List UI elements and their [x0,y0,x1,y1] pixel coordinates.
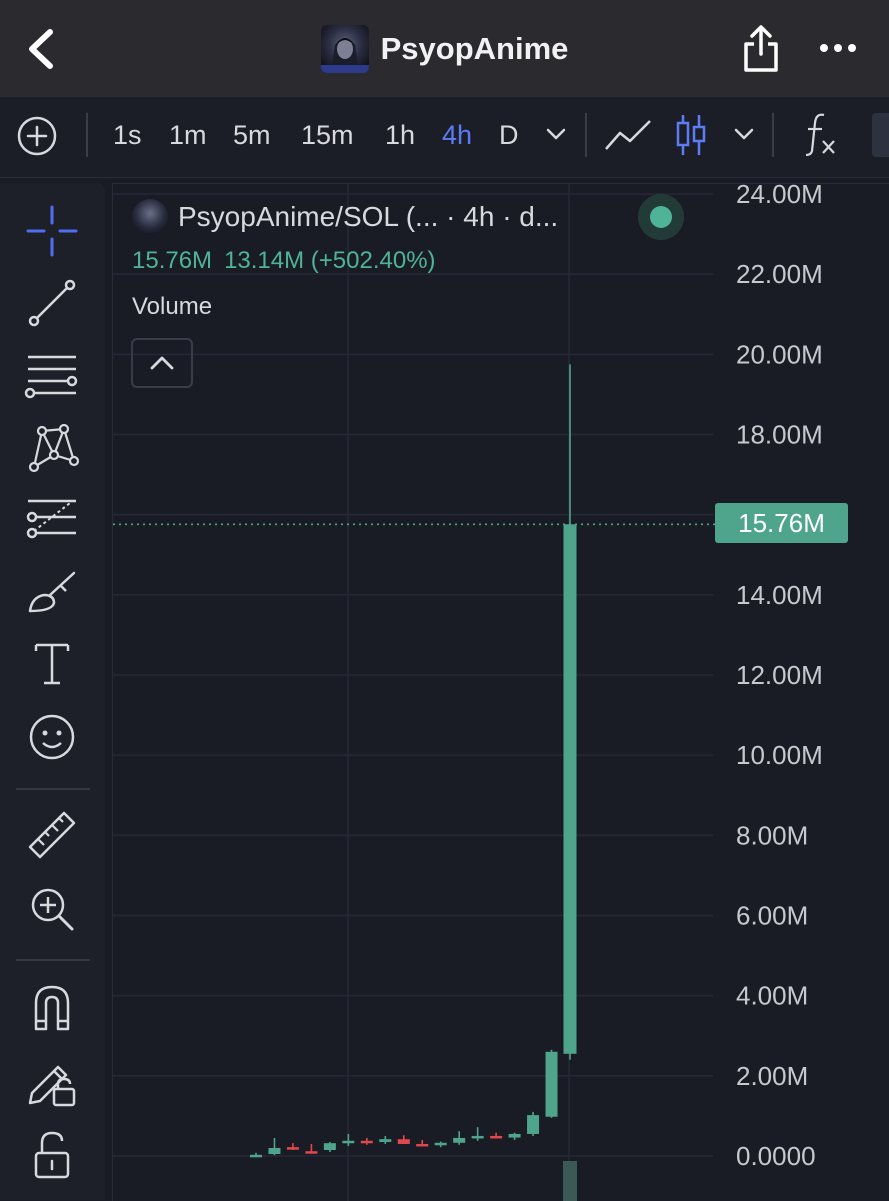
lock-drawing-icon[interactable] [24,1053,80,1109]
token-avatar-icon [132,199,168,235]
volume-bar [563,1161,577,1201]
top-nav-bar: PsyopAnime [0,0,889,97]
y-axis-tick-label: 4.00M [736,981,808,1011]
candle-body[interactable] [563,524,577,1054]
emoji-icon[interactable] [24,707,80,763]
zoom-in-icon[interactable] [24,881,80,937]
interval-d[interactable]: D [499,119,519,151]
interval-1m[interactable]: 1m [169,119,207,151]
chevron-down-icon[interactable] [545,127,567,141]
price-change: 13.14M (+502.40%) [224,247,436,274]
candle-body[interactable] [545,1051,558,1117]
candle-body[interactable] [527,1115,540,1134]
share-icon[interactable] [740,24,782,74]
candle-body[interactable] [434,1142,447,1146]
pattern-icon[interactable] [24,419,80,475]
candlestick-icon[interactable] [674,111,708,159]
crosshair-icon[interactable] [24,203,80,259]
toolbar-divider [772,113,774,157]
toolbar-divider [585,113,587,157]
fib-icon[interactable] [24,491,80,547]
magnet-icon[interactable] [24,979,80,1035]
ruler-icon[interactable] [24,807,80,863]
interval-4h[interactable]: 4h [442,119,472,151]
y-axis-tick-label: 24.00M [736,184,823,209]
page-title: PsyopAnime [380,30,569,66]
market-status-indicator [638,194,684,240]
price-change-row: 15.76M 13.14M (+502.40%) [132,247,448,275]
candle-body[interactable] [360,1140,373,1144]
text-icon[interactable] [24,635,80,691]
status-dot-icon [650,206,672,228]
sidebar-divider [16,788,90,790]
toolbar-divider [86,113,88,157]
y-axis-tick-label: 12.00M [736,660,823,690]
drawing-tools-sidebar [0,183,105,1200]
y-axis-tick-label: 0.0000 [736,1141,816,1171]
interval-1s[interactable]: 1s [113,119,142,151]
candle-body[interactable] [416,1143,429,1147]
candle-body[interactable] [397,1139,410,1144]
candle-body[interactable] [453,1137,466,1143]
candle-body[interactable] [250,1154,262,1158]
candle-body[interactable] [286,1147,299,1150]
candle-body[interactable] [490,1135,503,1139]
y-axis-tick-label: 2.00M [736,1061,808,1091]
line-chart-icon[interactable] [604,117,652,153]
candle-body[interactable] [342,1140,355,1144]
more-dots-icon[interactable] [818,36,858,60]
y-axis-tick-label: 20.00M [736,339,823,369]
volume-indicator-label[interactable]: Volume [132,293,212,321]
chevron-down-icon[interactable] [733,127,755,141]
y-axis-tick-label: 18.00M [736,420,823,450]
unlock-icon[interactable] [24,1127,80,1183]
last-price: 15.76M [132,247,213,274]
chart-legend[interactable]: PsyopAnime/SOL (... · 4h · d... [132,197,558,237]
horizontal-lines-icon[interactable] [24,347,80,403]
chart-toolbar: 1s 1m 5m 15m 1h 4h D [0,97,889,178]
anime-avatar-icon [320,24,369,73]
interval-1h[interactable]: 1h [385,119,415,151]
candle-body[interactable] [268,1147,281,1154]
y-axis-tick-label: 22.00M [736,259,823,289]
chart-pane[interactable]: 24.00M 22.00M 20.00M 18.00M 14.00M 12.00M 10.0… [112,183,889,1201]
plus-circle-icon[interactable] [16,115,58,157]
toolbar-overflow [872,113,889,157]
candle-body[interactable] [471,1135,484,1139]
y-axis-tick-label: 8.00M [736,820,808,850]
collapse-legend-button[interactable] [131,338,193,388]
candle-body[interactable] [323,1143,336,1150]
candle-body[interactable] [508,1133,521,1138]
symbol-title: PsyopAnime/SOL (... · 4h · d... [178,201,559,232]
sidebar-divider [16,959,90,961]
candle-body[interactable] [305,1151,318,1154]
last-price-tag: 15.76M [715,503,848,543]
brush-icon[interactable] [24,563,80,619]
interval-5m[interactable]: 5m [233,119,271,151]
trendline-icon[interactable] [24,275,80,331]
chevron-up-icon [150,356,174,370]
y-axis-tick-label: 14.00M [736,580,823,610]
interval-15m[interactable]: 15m [301,119,354,151]
y-axis-tick-label: 10.00M [736,740,823,770]
price-chart[interactable]: 24.00M 22.00M 20.00M 18.00M 14.00M 12.00M 10.0… [113,184,889,1201]
candle-body[interactable] [379,1139,392,1142]
fx-icon[interactable] [802,111,838,157]
y-axis-tick-label: 6.00M [736,901,808,931]
